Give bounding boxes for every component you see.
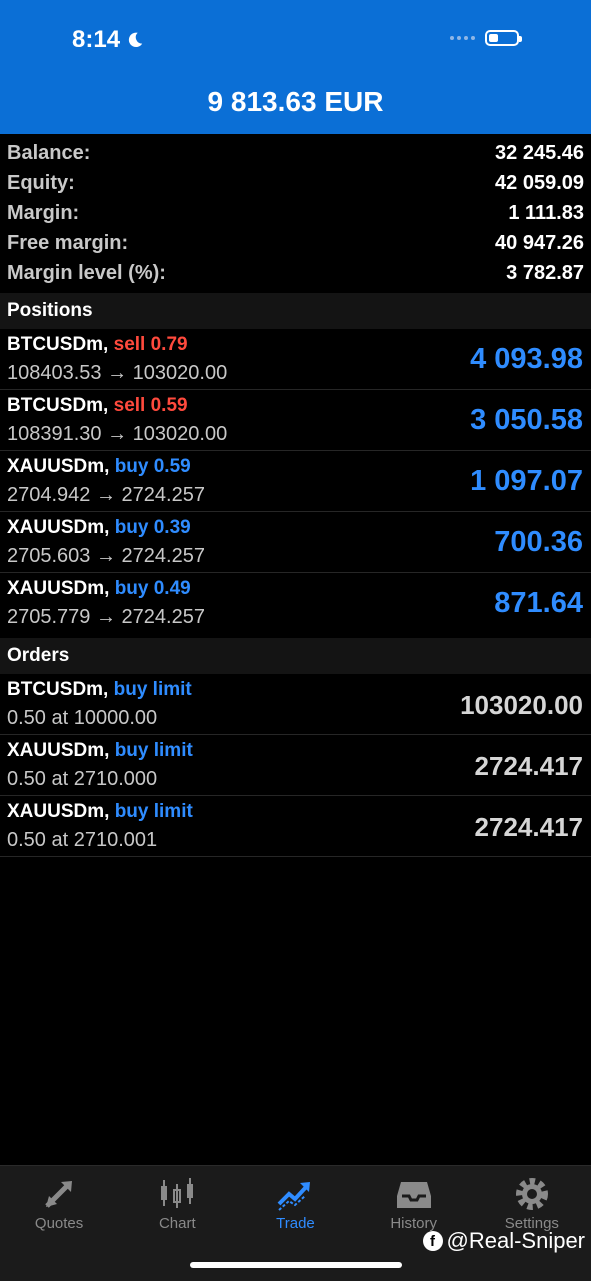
- summary-value: 42 059.09: [495, 171, 584, 194]
- inbox-history-icon: [396, 1182, 431, 1208]
- position-symbol: BTCUSDm,: [7, 395, 109, 416]
- position-prices: 108403.53 → 103020.00: [7, 362, 228, 384]
- order-row[interactable]: BTCUSDm, buy limit 0.50 at 10000.00 1030…: [0, 674, 591, 735]
- moon-icon: [128, 32, 143, 48]
- position-row[interactable]: BTCUSDm, sell 0.59 108391.30 → 103020.00…: [0, 390, 591, 451]
- summary-value: 1 111.83: [508, 201, 584, 224]
- order-action: buy limit: [114, 801, 193, 822]
- signal-dots-icon: [450, 36, 475, 40]
- gear-icon: [515, 1178, 548, 1210]
- summary-label: Free margin:: [7, 231, 129, 254]
- summary-label: Margin level (%):: [7, 261, 166, 284]
- order-price: 103020.00: [460, 690, 583, 720]
- orders-section-header: Orders: [0, 638, 591, 674]
- position-symbol: XAUUSDm,: [7, 456, 110, 477]
- tab-label: Chart: [158, 1215, 196, 1232]
- position-action: buy 0.59: [114, 456, 191, 477]
- candlestick-chart-icon: [161, 1178, 194, 1208]
- tab-label: Trade: [276, 1215, 315, 1232]
- facebook-icon: f: [422, 1231, 443, 1251]
- summary-value: 32 245.46: [495, 141, 584, 164]
- position-symbol: XAUUSDm,: [7, 578, 110, 599]
- trade-trend-icon: [278, 1182, 311, 1211]
- position-profit: 1 097.07: [470, 465, 583, 497]
- watermark: f @Real-Sniper: [422, 1228, 586, 1254]
- position-profit: 871.64: [494, 587, 583, 619]
- position-prices: 2704.942 → 2724.257: [7, 484, 205, 506]
- order-price: 2724.417: [474, 751, 583, 781]
- position-symbol: BTCUSDm,: [7, 334, 109, 355]
- position-profit: 3 050.58: [470, 404, 583, 436]
- position-row[interactable]: XAUUSDm, buy 0.59 2704.942 → 2724.257 1 …: [0, 451, 591, 512]
- header-bar: 8:14 9 813.63 EUR: [0, 0, 591, 134]
- tab-settings[interactable]: Settings: [473, 1166, 591, 1281]
- order-row[interactable]: XAUUSDm, buy limit 0.50 at 2710.001 2724…: [0, 796, 591, 857]
- position-prices: 2705.779 → 2724.257: [7, 606, 205, 628]
- status-time-text: 8:14: [72, 26, 121, 53]
- watermark-text: @Real-Sniper: [446, 1228, 586, 1253]
- position-row[interactable]: BTCUSDm, sell 0.79 108403.53 → 103020.00…: [0, 329, 591, 390]
- order-details: 0.50 at 2710.000: [7, 768, 158, 790]
- order-row[interactable]: XAUUSDm, buy limit 0.50 at 2710.000 2724…: [0, 735, 591, 796]
- summary-value: 40 947.26: [495, 231, 584, 254]
- summary-equity: Equity: 42 059.09: [0, 168, 591, 198]
- account-summary: Balance: 32 245.46 Equity: 42 059.09 Mar…: [0, 138, 591, 288]
- home-indicator: [190, 1262, 402, 1268]
- summary-label: Margin:: [7, 201, 80, 224]
- summary-label: Equity:: [7, 171, 75, 194]
- position-profit: 700.36: [494, 526, 583, 558]
- position-prices: 2705.603 → 2724.257: [7, 545, 205, 567]
- order-symbol: XAUUSDm,: [7, 740, 110, 761]
- status-time: 8:14: [72, 26, 144, 54]
- summary-margin: Margin: 1 111.83: [0, 198, 591, 228]
- positions-list: BTCUSDm, sell 0.79 108403.53 → 103020.00…: [0, 329, 591, 634]
- tab-label: Quotes: [34, 1215, 84, 1232]
- position-row[interactable]: XAUUSDm, buy 0.49 2705.779 → 2724.257 87…: [0, 573, 591, 634]
- summary-balance: Balance: 32 245.46: [0, 138, 591, 168]
- order-details: 0.50 at 10000.00: [7, 707, 158, 729]
- order-symbol: BTCUSDm,: [7, 679, 109, 700]
- battery-icon: [485, 30, 522, 46]
- summary-label: Balance:: [7, 141, 91, 164]
- position-symbol: XAUUSDm,: [7, 517, 110, 538]
- position-action: buy 0.39: [114, 517, 191, 538]
- position-action: buy 0.49: [114, 578, 191, 599]
- order-symbol: XAUUSDm,: [7, 801, 110, 822]
- summary-margin-level: Margin level (%): 3 782.87: [0, 258, 591, 288]
- position-prices: 108391.30 → 103020.00: [7, 423, 228, 445]
- positions-section-header: Positions: [0, 293, 591, 329]
- order-details: 0.50 at 2710.001: [7, 829, 158, 851]
- order-action: buy limit: [113, 679, 192, 700]
- account-equity-title[interactable]: 9 813.63 EUR: [0, 86, 591, 118]
- status-indicators: [450, 30, 522, 46]
- orders-list: BTCUSDm, buy limit 0.50 at 10000.00 1030…: [0, 674, 591, 857]
- order-action: buy limit: [114, 740, 193, 761]
- position-action: sell 0.79: [113, 334, 188, 355]
- position-profit: 4 093.98: [470, 343, 583, 375]
- position-row[interactable]: XAUUSDm, buy 0.39 2705.603 → 2724.257 70…: [0, 512, 591, 573]
- summary-free-margin: Free margin: 40 947.26: [0, 228, 591, 258]
- tab-quotes[interactable]: Quotes: [0, 1166, 118, 1281]
- order-price: 2724.417: [474, 812, 583, 842]
- summary-value: 3 782.87: [506, 261, 584, 284]
- position-action: sell 0.59: [113, 395, 188, 416]
- quotes-arrows-icon: [45, 1181, 73, 1208]
